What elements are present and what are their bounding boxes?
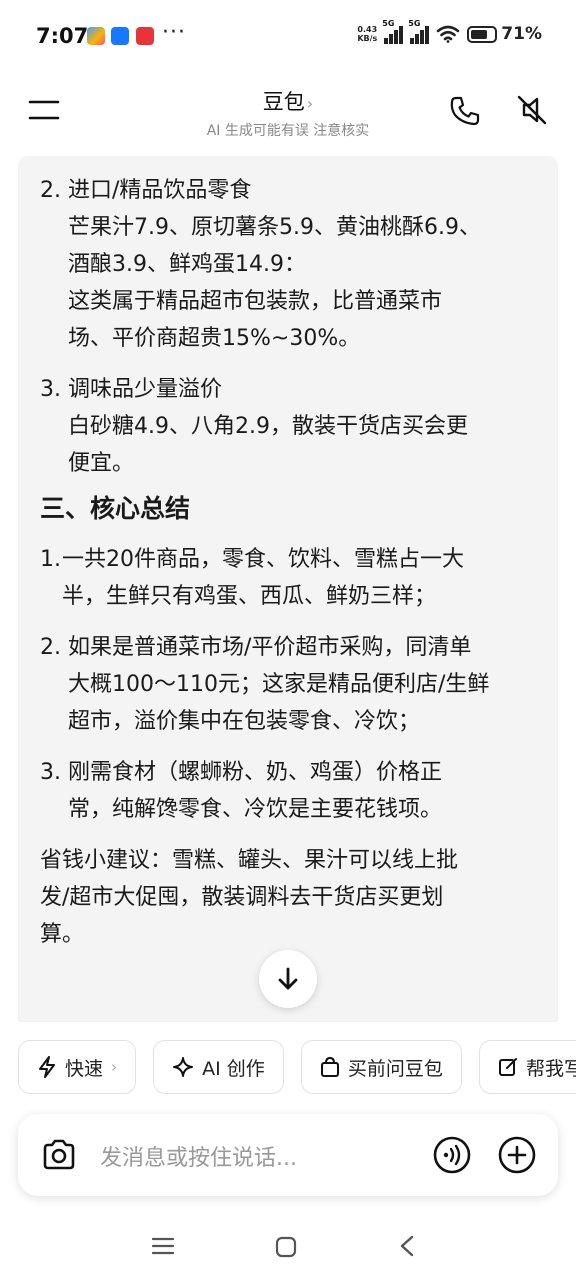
chevron-right-icon: › — [306, 94, 314, 113]
section-heading: 三、核心总结 — [40, 494, 191, 523]
toutiao-icon — [136, 27, 154, 45]
scroll-to-bottom-button[interactable] — [259, 950, 317, 1008]
edit-icon — [498, 1058, 517, 1076]
fast-mode-chip[interactable]: 快速 › — [18, 1040, 137, 1094]
chat-title-area[interactable]: 豆包 › AI 生成可能有误 注意核实 — [0, 86, 576, 140]
list-item: 2. 进口/精品饮品零食 芒果汁7.9、原切薯条5.9、黄油桃酥6.9、 酒酿3… — [40, 178, 481, 351]
help-write-chip[interactable]: 帮我写 — [478, 1040, 576, 1094]
status-bar: 7:07 ··· 0.43 KB/s 5G 5G 71% — [0, 0, 576, 76]
camera-icon[interactable] — [40, 1136, 78, 1174]
battery-percent: 71% — [501, 24, 542, 44]
chat-header: 豆包 › AI 生成可能有误 注意核实 — [0, 76, 576, 150]
speaker-mute-icon[interactable] — [514, 92, 550, 128]
signal-2-icon: 5G — [408, 19, 430, 44]
list-item: 3. 刚需食材（螺蛳粉、奶、鸡蛋）价格正 常，纯解馋零食、冷饮是主要花钱项。 — [40, 760, 443, 822]
shopping-bag-icon — [320, 1056, 339, 1077]
list-item: 1. 一共20件商品，零食、饮料、雪糕占一大 半，生鲜只有鸡蛋、西瓜、鲜奶三样； — [40, 547, 464, 609]
recent-apps-icon[interactable] — [152, 1236, 174, 1256]
battery-icon — [467, 25, 498, 43]
chat-title[interactable]: 豆包 — [263, 90, 305, 114]
message-input[interactable]: 发消息或按住说话... — [100, 1140, 297, 1172]
ai-message-bubble: 2. 进口/精品饮品零食 芒果汁7.9、原切薯条5.9、黄油桃酥6.9、 酒酿3… — [18, 156, 558, 1022]
network-speed: 0.43 KB/s — [357, 25, 378, 43]
wifi-icon — [436, 25, 460, 43]
system-nav-bar — [0, 1214, 576, 1280]
home-icon[interactable] — [275, 1236, 297, 1258]
sparkle-icon — [173, 1057, 194, 1077]
status-time: 7:07 — [36, 24, 89, 48]
arrow-down-icon — [278, 967, 298, 990]
chevron-right-icon: › — [111, 1058, 118, 1076]
more-notifications-icon: ··· — [162, 20, 186, 45]
ai-disclaimer: AI 生成可能有误 注意核实 — [206, 123, 370, 139]
list-item: 3. 调味品少量溢价 白砂糖4.9、八角2.9，散装干货店买会更 便宜。 — [40, 377, 468, 476]
signal-1-icon: 5G — [382, 19, 404, 44]
phone-icon[interactable] — [448, 94, 482, 128]
ask-before-buy-chip[interactable]: 买前问豆包 — [300, 1040, 462, 1094]
voice-call-icon[interactable] — [432, 1135, 472, 1175]
quick-action-chips: 快速 › AI 创作 买前问豆包 帮我写 — [18, 1040, 576, 1096]
list-item: 2. 如果是普通菜市场/平价超市采购，同清单 大概100～110元；这家是精品便… — [40, 635, 490, 734]
plus-icon[interactable] — [497, 1135, 537, 1175]
saving-tip: 省钱小建议：雪糕、罐头、果汁可以线上批 发/超市大促囤，散装调料去干货店买更划 … — [40, 848, 459, 947]
baidu-netdisk-icon — [87, 27, 105, 45]
back-icon[interactable] — [398, 1234, 416, 1258]
lightning-icon — [39, 1056, 55, 1078]
ai-create-chip[interactable]: AI 创作 — [153, 1040, 284, 1094]
alipay-icon — [111, 27, 129, 45]
message-input-bar: 发消息或按住说话... — [18, 1114, 558, 1196]
